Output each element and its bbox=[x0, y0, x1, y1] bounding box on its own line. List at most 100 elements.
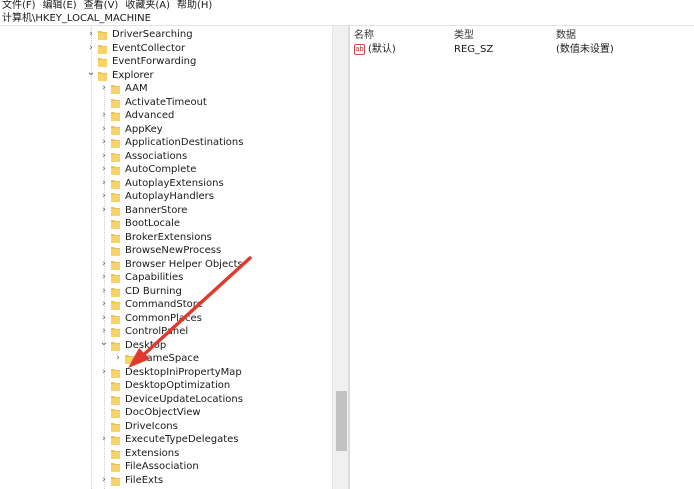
chevron-right-icon[interactable]: › bbox=[99, 177, 109, 191]
chevron-right-icon[interactable]: › bbox=[99, 285, 109, 299]
tree-item[interactable]: › Capabilities bbox=[0, 271, 330, 285]
tree-item[interactable]: › BannerStore bbox=[0, 204, 330, 218]
tree-item[interactable]: BootLocale bbox=[0, 217, 330, 231]
tree-item[interactable]: › CommandStore bbox=[0, 298, 330, 312]
chevron-right-icon[interactable]: › bbox=[99, 109, 109, 123]
tree-item-label: Capabilities bbox=[125, 272, 184, 283]
tree-item[interactable]: BrokerExtensions bbox=[0, 231, 330, 245]
chevron-right-icon[interactable]: › bbox=[99, 136, 109, 150]
chevron-right-icon[interactable]: › bbox=[99, 258, 109, 272]
chevron-right-icon[interactable]: › bbox=[86, 42, 96, 56]
address-bar[interactable]: 计算机\HKEY_LOCAL_MACHINE bbox=[0, 12, 694, 26]
folder-icon bbox=[98, 30, 107, 40]
tree-item-label: CommandStore bbox=[125, 299, 203, 310]
tree-item-label: BannerStore bbox=[125, 204, 188, 216]
tree-item-label: DeviceUpdateLocations bbox=[125, 393, 243, 405]
folder-icon bbox=[111, 341, 120, 351]
values-pane: 名称 类型 数据 ab (默认) REG_SZ (数值未设置) bbox=[350, 26, 694, 489]
tree-item[interactable]: › CD Burning bbox=[0, 285, 330, 299]
tree-item[interactable]: › DesktopIniPropertyMap bbox=[0, 366, 330, 380]
tree-item[interactable]: › NameSpace bbox=[0, 352, 330, 366]
tree-item[interactable]: BrowseNewProcess bbox=[0, 244, 330, 258]
tree-item[interactable]: › EventCollector bbox=[0, 42, 330, 56]
folder-icon bbox=[125, 354, 134, 364]
tree-item-label: Browser Helper Objects bbox=[125, 258, 243, 270]
tree-item-label: FileAssociation bbox=[125, 461, 199, 472]
chevron-right-icon[interactable]: › bbox=[99, 190, 109, 204]
menu-bar: 文件(F) 编辑(E) 查看(V) 收藏夹(A) 帮助(H) bbox=[0, 0, 694, 12]
value-type[interactable]: REG_SZ bbox=[454, 44, 493, 56]
tree-item[interactable]: › AutoplayHandlers bbox=[0, 190, 330, 204]
chevron-right-icon[interactable]: › bbox=[99, 123, 109, 137]
chevron-down-icon[interactable]: ⌄ bbox=[99, 336, 109, 350]
tree-item[interactable]: DesktopOptimization bbox=[0, 379, 330, 393]
tree-item[interactable]: DeviceUpdateLocations bbox=[0, 393, 330, 407]
folder-icon bbox=[111, 287, 120, 297]
tree-item-label: Desktop bbox=[125, 339, 167, 351]
tree-item-label: Explorer bbox=[112, 69, 154, 81]
column-header-type[interactable]: 类型 bbox=[454, 30, 474, 42]
folder-icon bbox=[111, 192, 120, 202]
tree-item[interactable]: › AAM bbox=[0, 82, 330, 96]
chevron-right-icon[interactable]: › bbox=[99, 433, 109, 447]
column-header-name[interactable]: 名称 bbox=[354, 30, 374, 42]
tree-scrollbar[interactable] bbox=[332, 26, 349, 489]
folder-icon bbox=[111, 138, 120, 148]
value-data[interactable]: (数值未设置) bbox=[556, 44, 614, 56]
value-name[interactable]: (默认) bbox=[368, 44, 396, 56]
chevron-right-icon[interactable]: › bbox=[99, 271, 109, 285]
folder-icon bbox=[111, 125, 120, 135]
folder-icon bbox=[111, 462, 120, 472]
tree-item[interactable]: › FileExts bbox=[0, 474, 330, 488]
scrollbar-thumb[interactable] bbox=[336, 391, 347, 451]
tree-item[interactable]: › AppKey bbox=[0, 123, 330, 137]
menu-favorites[interactable]: 收藏夹(A) bbox=[123, 0, 170, 11]
chevron-right-icon[interactable]: › bbox=[86, 28, 96, 42]
tree-item-label: Associations bbox=[125, 150, 188, 162]
chevron-right-icon[interactable]: › bbox=[99, 163, 109, 177]
folder-icon bbox=[111, 111, 120, 121]
menu-view[interactable]: 查看(V) bbox=[82, 0, 119, 11]
tree-item[interactable]: DocObjectView bbox=[0, 406, 330, 420]
folder-icon bbox=[111, 314, 120, 324]
tree-item[interactable]: ⌄ Explorer bbox=[0, 66, 330, 83]
tree-item[interactable]: ⌄ Desktop bbox=[0, 336, 330, 353]
tree-item[interactable]: › Advanced bbox=[0, 109, 330, 123]
tree-item[interactable]: › DriverSearching bbox=[0, 28, 330, 42]
tree-item[interactable]: › AutoplayExtensions bbox=[0, 177, 330, 191]
tree-item-label: Extensions bbox=[125, 447, 180, 459]
tree-item[interactable]: FileAssociation bbox=[0, 460, 330, 474]
menu-file[interactable]: 文件(F) bbox=[0, 0, 36, 11]
tree-item[interactable]: › ControlPanel bbox=[0, 325, 330, 339]
chevron-right-icon[interactable]: › bbox=[99, 150, 109, 164]
tree-item[interactable]: Extensions bbox=[0, 447, 330, 461]
folder-icon bbox=[111, 449, 120, 459]
folder-icon bbox=[111, 368, 120, 378]
folder-icon bbox=[111, 84, 120, 94]
chevron-right-icon[interactable]: › bbox=[99, 82, 109, 96]
folder-icon bbox=[98, 44, 107, 54]
chevron-right-icon[interactable]: › bbox=[99, 474, 109, 488]
chevron-right-icon[interactable]: › bbox=[99, 298, 109, 312]
tree-item[interactable]: › Associations bbox=[0, 150, 330, 164]
tree-item[interactable]: › CommonPlaces bbox=[0, 312, 330, 326]
tree-item[interactable]: EventForwarding bbox=[0, 55, 330, 69]
chevron-down-icon[interactable]: ⌄ bbox=[86, 66, 96, 80]
tree-item[interactable]: › AutoComplete bbox=[0, 163, 330, 177]
folder-icon bbox=[111, 273, 120, 283]
chevron-right-icon[interactable]: › bbox=[99, 312, 109, 326]
chevron-right-icon[interactable]: › bbox=[99, 366, 109, 380]
column-header-data[interactable]: 数据 bbox=[556, 30, 576, 42]
tree-item[interactable]: › ApplicationDestinations bbox=[0, 136, 330, 150]
registry-tree: › DriverSearching › EventCollector EventForw… bbox=[0, 26, 332, 489]
menu-help[interactable]: 帮助(H) bbox=[175, 0, 212, 11]
tree-item[interactable]: DriveIcons bbox=[0, 420, 330, 434]
chevron-right-icon[interactable]: › bbox=[99, 204, 109, 218]
tree-item-label: AutoComplete bbox=[125, 164, 197, 175]
tree-item[interactable]: ActivateTimeout bbox=[0, 96, 330, 110]
menu-edit[interactable]: 编辑(E) bbox=[41, 0, 77, 11]
tree-item[interactable]: › ExecuteTypeDelegates bbox=[0, 433, 330, 447]
folder-icon bbox=[111, 327, 120, 337]
chevron-right-icon[interactable]: › bbox=[113, 352, 123, 366]
tree-item[interactable]: › Browser Helper Objects bbox=[0, 258, 330, 272]
